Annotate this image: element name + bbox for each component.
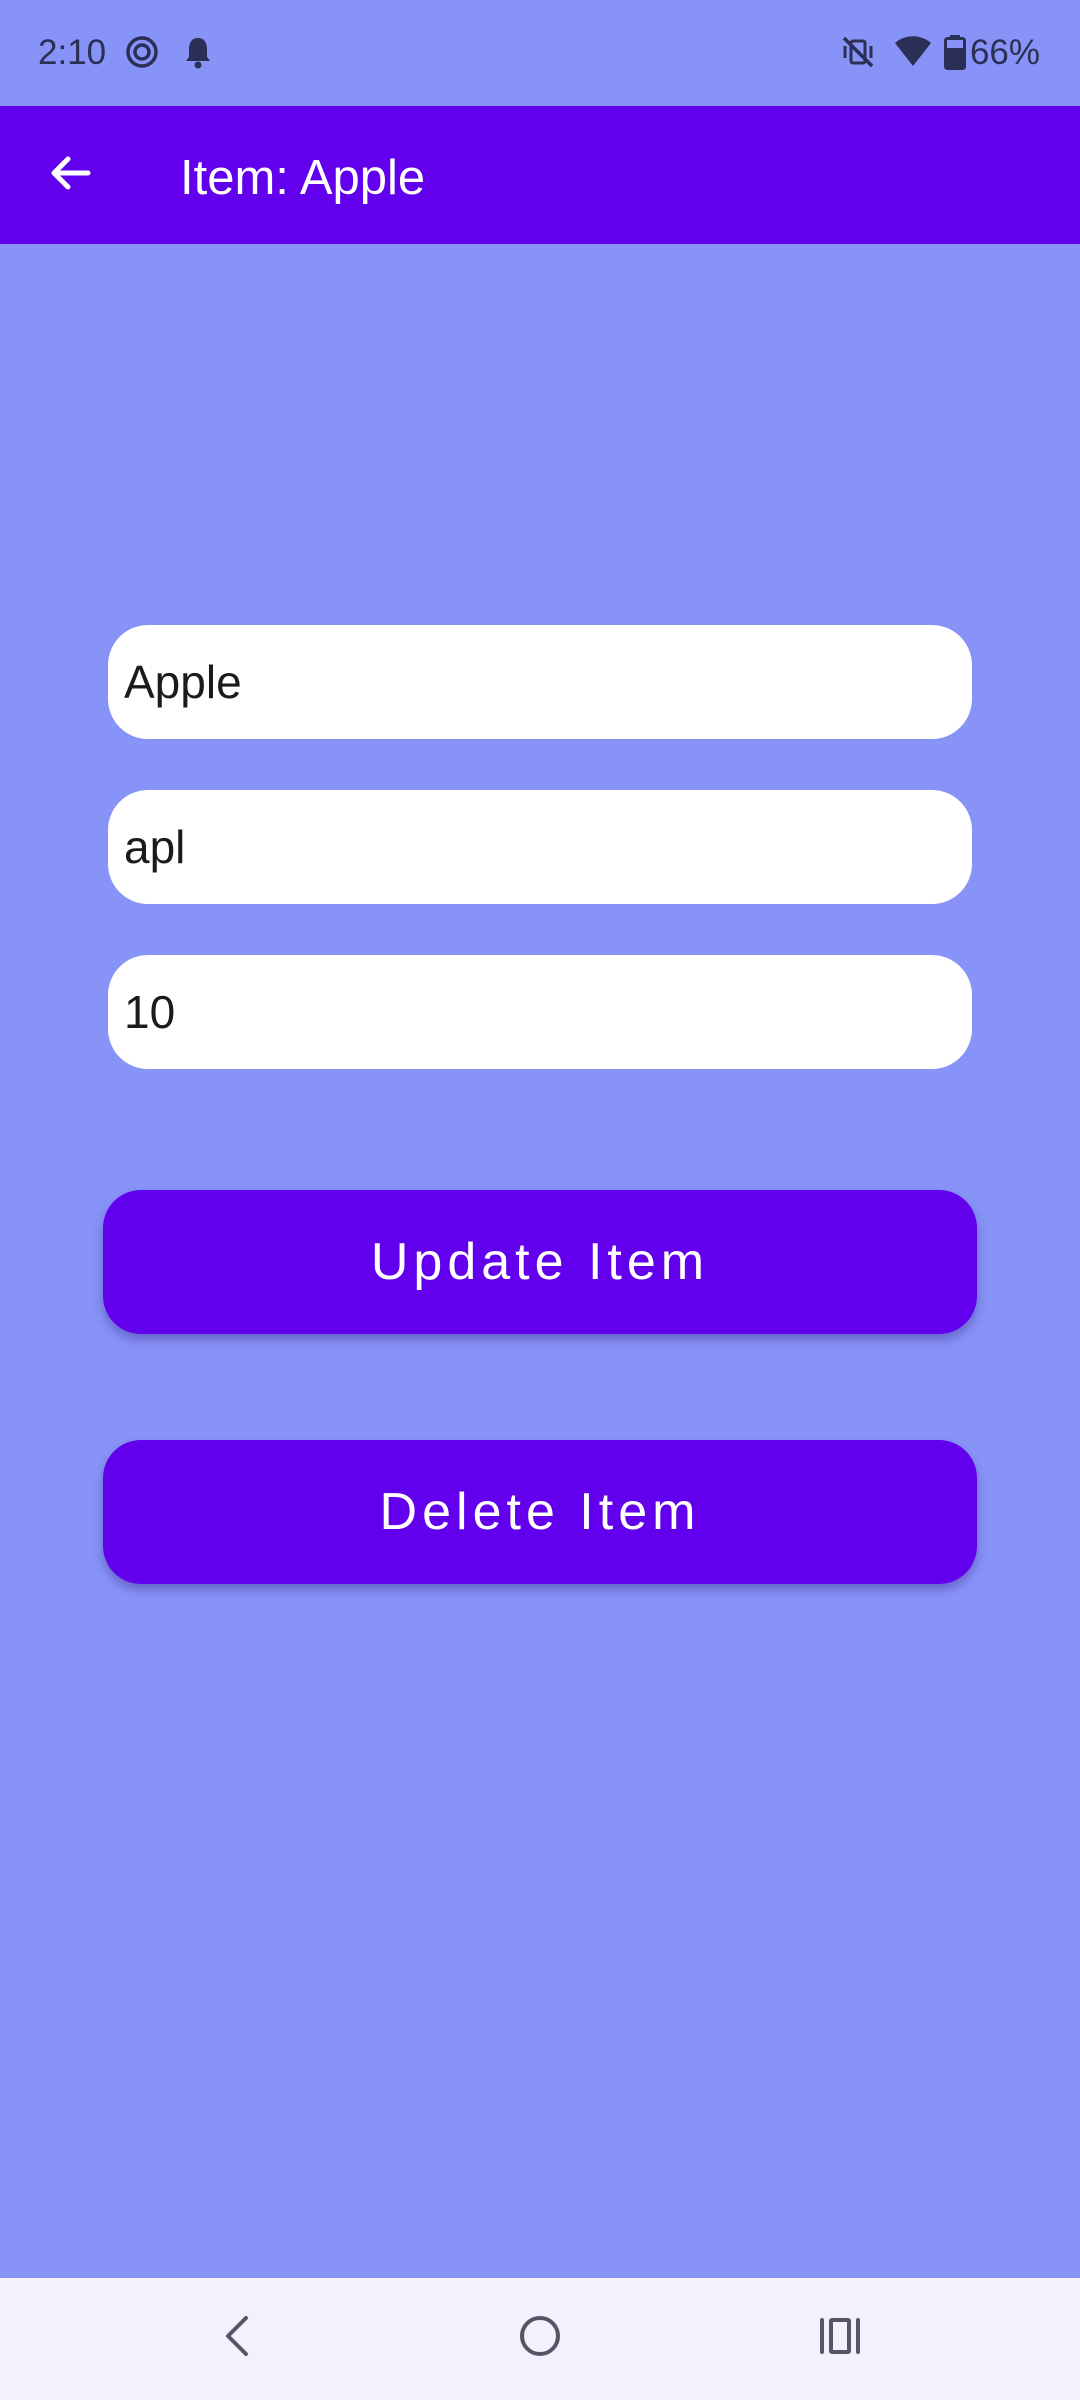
arrow-back-icon xyxy=(48,151,92,200)
status-time: 2:10 xyxy=(38,33,107,72)
nav-back-button[interactable] xyxy=(193,2298,283,2378)
page-title: Item: Apple xyxy=(180,151,426,205)
battery-percentage: 66% xyxy=(969,33,1040,72)
wifi-icon xyxy=(893,34,931,70)
item-name-field[interactable] xyxy=(108,625,972,739)
focus-mode-icon xyxy=(124,34,160,70)
status-bar: 2:10 66% xyxy=(0,0,1080,106)
nav-recents-icon xyxy=(816,2312,864,2365)
update-item-button[interactable]: Update Item xyxy=(103,1190,977,1334)
nav-recents-button[interactable] xyxy=(795,2298,885,2378)
delete-item-button[interactable]: Delete Item xyxy=(103,1440,977,1584)
nav-home-icon xyxy=(516,2312,564,2365)
nav-home-button[interactable] xyxy=(495,2298,585,2378)
item-code-field[interactable] xyxy=(108,790,972,904)
nav-back-icon xyxy=(218,2312,258,2365)
vibrate-silent-icon xyxy=(840,34,876,70)
system-nav-bar xyxy=(0,2278,1080,2400)
item-quantity-field[interactable] xyxy=(108,955,972,1069)
app-bar: Item: Apple xyxy=(0,106,1080,244)
back-button[interactable] xyxy=(30,135,110,215)
notification-bell-icon xyxy=(180,34,216,70)
battery-icon xyxy=(944,34,966,70)
